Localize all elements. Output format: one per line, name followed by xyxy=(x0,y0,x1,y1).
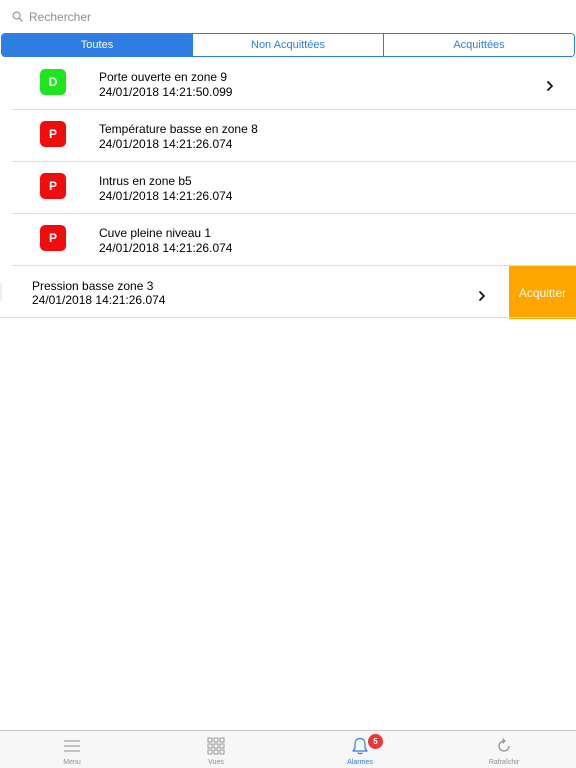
search-bar[interactable] xyxy=(0,0,576,33)
alarm-title: Porte ouverte en zone 9 xyxy=(99,70,228,84)
tab-label: Rafraîchir xyxy=(488,759,520,766)
alarm-type-badge: P xyxy=(40,173,66,199)
tab-bar: Menu Vues 5 Alarmes Rafraîchir xyxy=(0,730,576,768)
segment-unacknowledged[interactable]: Non Acquittées xyxy=(192,34,383,56)
chevron-right-icon xyxy=(478,290,486,302)
alarm-row[interactable]: D Porte ouverte en zone 9 24/01/2018 14:… xyxy=(0,58,576,110)
alarm-count-badge: 5 xyxy=(368,734,383,749)
tab-label: Menu xyxy=(63,759,81,766)
alarm-row[interactable]: P Température basse en zone 8 24/01/2018… xyxy=(0,110,576,162)
grid-icon xyxy=(207,737,225,755)
bell-icon xyxy=(352,737,368,755)
filter-segmented-control: Toutes Non Acquittées Acquittées xyxy=(1,33,575,57)
segment-all[interactable]: Toutes xyxy=(2,34,192,56)
alarm-date: 24/01/2018 14:21:26.074 xyxy=(99,241,233,255)
tab-alarms[interactable]: 5 Alarmes xyxy=(288,731,432,768)
alarm-title: Température basse en zone 8 xyxy=(99,122,258,136)
alarm-title: Cuve pleine niveau 1 xyxy=(99,226,212,240)
alarm-date: 24/01/2018 14:21:26.074 xyxy=(99,137,233,151)
alarm-list: D Porte ouverte en zone 9 24/01/2018 14:… xyxy=(0,58,576,319)
alarm-date: 24/01/2018 14:21:50.099 xyxy=(99,85,233,99)
chevron-right-icon xyxy=(546,80,554,92)
alarm-date: 24/01/2018 14:21:26.074 xyxy=(32,293,166,307)
alarm-row-swiped[interactable]: Pression basse zone 3 24/01/2018 14:21:2… xyxy=(0,266,576,319)
acknowledge-button[interactable]: Acquitter xyxy=(509,266,576,319)
alarm-type-badge: P xyxy=(40,121,66,147)
alarm-title: Pression basse zone 3 xyxy=(32,279,154,293)
tab-refresh[interactable]: Rafraîchir xyxy=(432,731,576,768)
alarm-type-badge: P xyxy=(40,225,66,251)
refresh-icon xyxy=(498,738,510,752)
search-icon xyxy=(12,11,23,22)
alarm-title: Intrus en zone b5 xyxy=(99,174,192,188)
tab-views[interactable]: Vues xyxy=(144,731,288,768)
alarm-row[interactable]: P Cuve pleine niveau 1 24/01/2018 14:21:… xyxy=(0,214,576,266)
search-input[interactable] xyxy=(29,9,549,24)
menu-icon xyxy=(64,740,80,752)
alarm-date: 24/01/2018 14:21:26.074 xyxy=(99,189,233,203)
tab-menu[interactable]: Menu xyxy=(0,731,144,768)
segment-acknowledged[interactable]: Acquittées xyxy=(383,34,574,56)
tab-label: Vues xyxy=(208,759,224,766)
row-edge-hint xyxy=(0,282,2,302)
alarm-row[interactable]: P Intrus en zone b5 24/01/2018 14:21:26.… xyxy=(0,162,576,214)
alarm-type-badge: D xyxy=(40,69,66,95)
tab-label: Alarmes xyxy=(347,759,373,766)
